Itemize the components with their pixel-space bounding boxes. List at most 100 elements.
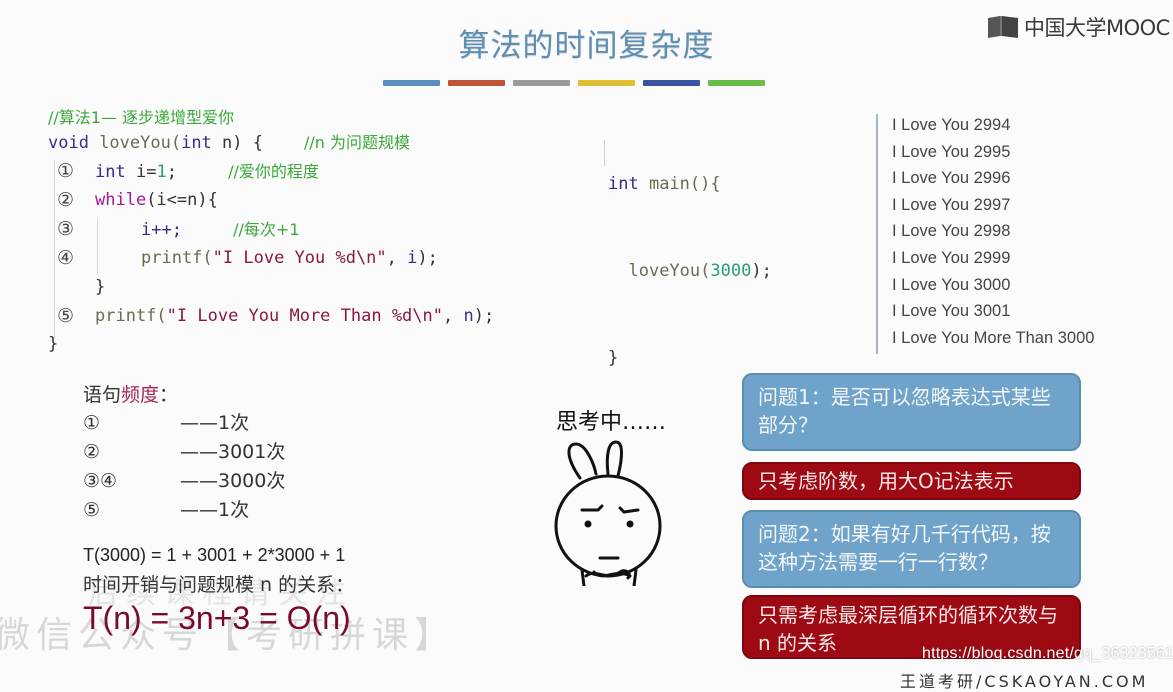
indent-guide (54, 160, 55, 338)
code-text: i= (125, 162, 157, 182)
output-line: I Love You 2998 (892, 222, 1011, 241)
statement-count: ——1次 (180, 412, 250, 434)
bottom-watermark: 王道考研/CSKAOYAN.COM (900, 672, 1149, 691)
code-line: printf("I Love You More Than %d\n", n); (95, 302, 494, 331)
mooc-logo: 中国大学MOOC (986, 12, 1170, 42)
code-comment: //爱你的程度 (228, 162, 319, 181)
code-text: , (443, 306, 464, 326)
accent-bar (708, 80, 765, 86)
code-comment: //n 为问题规模 (303, 133, 410, 152)
line-number: ① (57, 160, 75, 182)
accent-bar (643, 80, 700, 86)
output-border (876, 114, 878, 354)
thinking-bunny-icon (546, 436, 676, 590)
frequency-row: ② ——3001次 (83, 437, 285, 464)
bubble-text: 问题2：如果有好几千行代码，按这种方法需要一行一行数？ (758, 522, 1051, 574)
statement-label: ② (83, 441, 101, 463)
output-line: I Love You 2995 (892, 142, 1011, 161)
code-text: i++; (141, 220, 182, 240)
keyword: int (608, 174, 639, 194)
bubble-text: 问题1：是否可以忽略表达式某些部分？ (758, 385, 1051, 437)
code-line: } (95, 273, 105, 302)
function-name: printf( (141, 248, 213, 268)
statement-count: ——3000次 (180, 470, 286, 492)
accent-bar (448, 80, 505, 86)
variable: n (463, 306, 474, 326)
code-line: int i=1; //爱你的程度 (95, 157, 319, 187)
code-comment: //每次+1 (233, 220, 300, 239)
frequency-row: ⑤ ——1次 (83, 495, 249, 522)
code-text: (i<=n){ (146, 190, 218, 210)
output-line: I Love You 2997 (892, 195, 1011, 214)
main-function-code: int main(){ loveYou(3000); } (608, 112, 772, 402)
function-name: printf( (95, 306, 167, 326)
line-number: ② (57, 189, 75, 211)
t3000-formula: T(3000) = 1 + 3001 + 2*3000 + 1 (83, 545, 346, 565)
question-bubble-1: 问题1：是否可以忽略表达式某些部分？ (742, 373, 1081, 451)
string-literal: "I Love You %d\n" (212, 248, 387, 268)
output-line: I Love You 2994 (892, 116, 1011, 134)
frequency-title: 语句频度： (83, 380, 178, 407)
statement-label: ③④ (83, 470, 118, 492)
line-number: ⑤ (57, 305, 75, 327)
signature-rest: n) { (211, 133, 263, 153)
line-number: ③ (57, 218, 75, 240)
variable: i (407, 248, 418, 268)
statement-label: ⑤ (83, 499, 101, 521)
string-literal: "I Love You More Than %d\n" (166, 306, 443, 326)
statement-count: ——1次 (180, 499, 250, 521)
keyword: int (95, 162, 126, 182)
keyword: while (95, 190, 147, 210)
code-line: i++; //每次+1 (141, 215, 300, 245)
output-line: I Love You 2999 (892, 248, 1011, 267)
bubble-text: 只考虑阶数，用大O记法表示 (758, 469, 1014, 493)
accent-bar (513, 80, 570, 86)
indent-guide (97, 218, 98, 274)
book-icon (986, 14, 1020, 40)
complexity-formula: T(n) = 3n+3 = O(n) (83, 600, 351, 636)
frequency-row: ① ——1次 (83, 408, 249, 435)
code-text: } (48, 334, 59, 354)
function-signature: void loveYou(int n) { //n 为问题规模 (48, 128, 410, 158)
title-text: 语句 (83, 384, 122, 406)
function-name: loveYou( (88, 133, 182, 153)
keyword: int (181, 133, 212, 153)
code-line: printf("I Love You %d\n", i); (141, 244, 438, 273)
output-line: I Love You 2996 (892, 169, 1011, 188)
function-name: loveYou( (628, 261, 711, 281)
code-line: loveYou(3000); (608, 257, 772, 286)
accent-bar (383, 80, 440, 86)
code-text: ); (473, 306, 495, 326)
indent-guide (604, 140, 605, 166)
output-line: I Love You 3001 (892, 302, 1011, 321)
number-literal: 1 (156, 162, 167, 182)
accent-bar (578, 80, 635, 86)
code-text: ); (417, 248, 438, 268)
output-line: I Love You More Than 3000 (892, 328, 1095, 347)
statement-label: ① (83, 412, 101, 434)
accent-color-bars (383, 80, 765, 86)
statement-count: ——3001次 (180, 441, 286, 463)
frequency-row: ③④ ——3000次 (83, 466, 285, 493)
line-number: ④ (57, 247, 75, 269)
code-text: ); (751, 261, 772, 281)
number-literal: 3000 (710, 261, 752, 281)
output-line: I Love You 3000 (892, 275, 1011, 294)
code-line: } (608, 344, 772, 373)
code-text: ; (166, 162, 177, 182)
answer-bubble-1: 只考虑阶数，用大O记法表示 (742, 462, 1081, 500)
code-line: } (48, 330, 58, 359)
thinking-label: 思考中…… (556, 410, 667, 435)
program-output: I Love You 2994 I Love You 2995 I Love Y… (892, 112, 1094, 351)
keyword: void (48, 133, 89, 153)
relation-text: 时间开销与问题规模 n 的关系： (83, 574, 355, 596)
question-bubble-2: 问题2：如果有好几千行代码，按这种方法需要一行一行数？ (742, 510, 1081, 588)
code-text: , (386, 248, 408, 268)
code-text: } (95, 277, 106, 297)
csdn-watermark: https://blog.csdn.net/qq_36323561 (922, 645, 1173, 662)
code-line: while(i<=n){ (95, 186, 218, 215)
title-highlight: 频度 (121, 384, 160, 406)
function-name: main(){ (638, 174, 721, 194)
code-line: int main(){ (608, 170, 772, 199)
logo-text: 中国大学MOOC (1024, 16, 1170, 40)
